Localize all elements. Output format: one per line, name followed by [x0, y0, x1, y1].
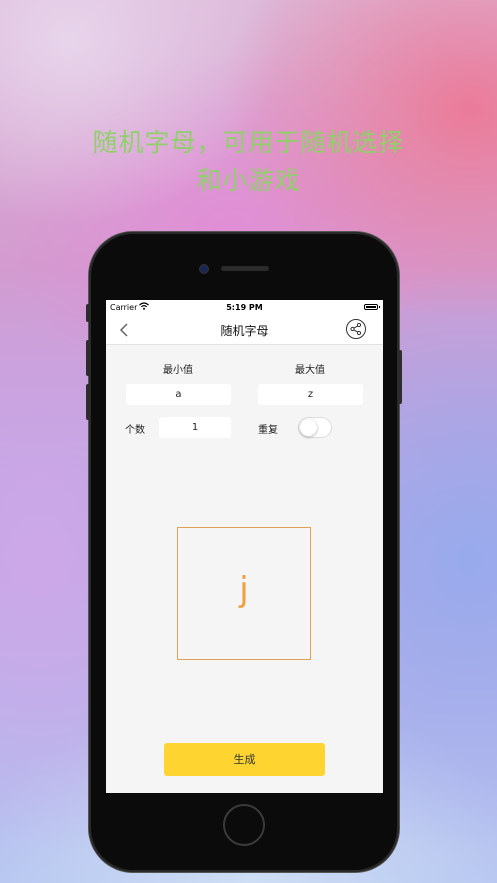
app-screen: Carrier 5:19 PM 随机字母 最小值 最大值 a z 个数 1 重复	[106, 300, 383, 793]
promo-headline: 随机字母，可用于随机选择 和小游戏	[0, 124, 497, 200]
max-value-input[interactable]: z	[258, 384, 363, 405]
status-time: 5:19 PM	[226, 303, 263, 312]
repeat-toggle-knob	[300, 419, 317, 436]
repeat-toggle[interactable]	[298, 417, 332, 438]
battery-icon	[364, 304, 380, 310]
phone-power-button	[398, 350, 402, 404]
phone-volume-up	[86, 340, 90, 376]
result-box: j	[177, 527, 311, 660]
count-input[interactable]: 1	[159, 417, 231, 438]
min-value-input[interactable]: a	[126, 384, 231, 405]
earpiece-speaker	[221, 266, 269, 271]
page-title: 随机字母	[220, 324, 269, 338]
promo-headline-line2: 和小游戏	[196, 166, 301, 195]
promo-headline-line1: 随机字母，可用于随机选择	[92, 128, 405, 157]
share-icon	[350, 322, 362, 336]
min-value-label: 最小值	[163, 365, 193, 376]
home-button[interactable]	[223, 804, 265, 846]
repeat-label: 重复	[258, 425, 278, 436]
phone-mute-switch	[86, 304, 90, 322]
front-camera	[200, 265, 208, 273]
nav-bar: 随机字母	[106, 316, 383, 345]
max-value-label: 最大值	[295, 365, 325, 376]
status-bar: Carrier 5:19 PM	[106, 300, 383, 316]
generate-button[interactable]: 生成	[164, 743, 325, 776]
share-button[interactable]	[346, 319, 366, 339]
phone-volume-down	[86, 384, 90, 420]
count-label: 个数	[125, 425, 145, 436]
result-letter: j	[239, 570, 249, 610]
